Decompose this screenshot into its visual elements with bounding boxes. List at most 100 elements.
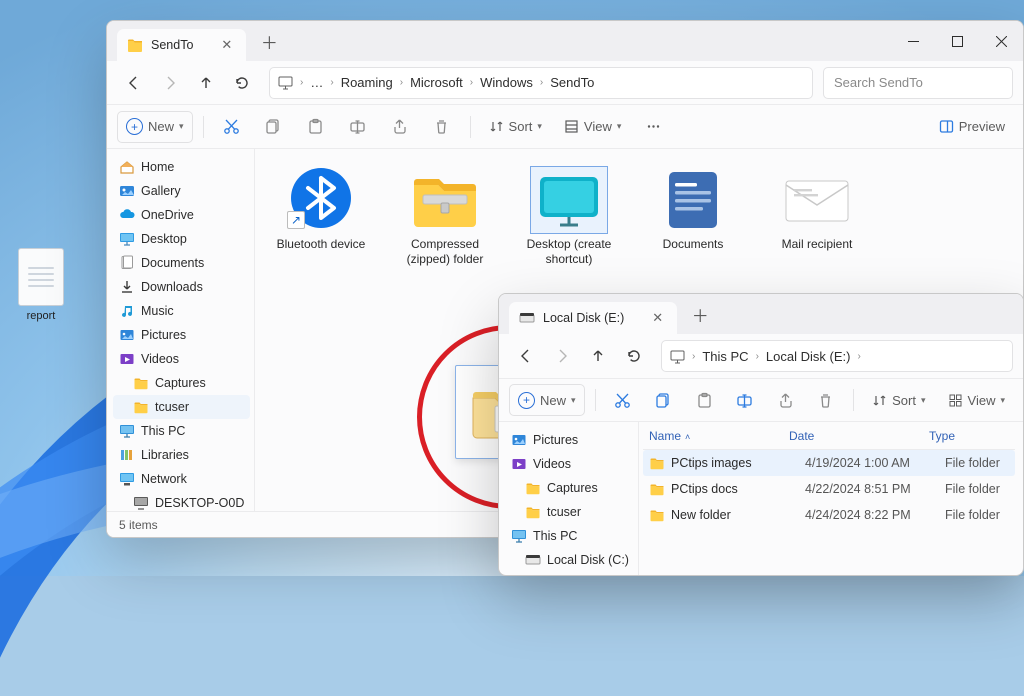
table-row[interactable]: New folder4/24/2024 8:22 PMFile folder [643, 502, 1015, 528]
col-date[interactable]: Date [789, 429, 929, 443]
delete-button[interactable] [424, 111, 460, 143]
tree-item-folder[interactable]: tcuser [113, 395, 250, 419]
up-button[interactable] [189, 66, 223, 100]
item-label: Documents [663, 237, 724, 252]
copy-button[interactable] [646, 384, 681, 416]
paste-button[interactable] [687, 384, 722, 416]
tree-item-label: Network [141, 472, 187, 486]
tree-item-gallery[interactable]: Gallery [113, 179, 250, 203]
minimize-button[interactable] [891, 21, 935, 61]
tree-item-thispc[interactable]: This PC [505, 524, 634, 548]
tree-item-videos[interactable]: Videos [505, 452, 634, 476]
tree-item-network[interactable]: Network [113, 467, 250, 491]
forward-button[interactable] [545, 339, 579, 373]
chevron-right-icon: › [470, 77, 473, 88]
nav-tree[interactable]: HomeGalleryOneDriveDesktopDocumentsDownl… [107, 149, 255, 511]
share-button[interactable] [382, 111, 418, 143]
tree-item-documents[interactable]: Documents [113, 251, 250, 275]
cut-button[interactable] [214, 111, 250, 143]
col-type[interactable]: Type [929, 429, 1015, 443]
desktop-file-report[interactable]: report [6, 248, 76, 322]
new-button[interactable]: +New▾ [509, 384, 585, 416]
cell-name: PCtips images [671, 456, 805, 470]
nav-tree[interactable]: PicturesVideosCapturestcuserThis PCLocal… [499, 422, 639, 575]
tab-sendto[interactable]: SendTo ✕ [117, 29, 246, 61]
chevron-right-icon: › [400, 77, 403, 88]
sort-button[interactable]: Sort▾ [481, 111, 550, 143]
tree-item-videos[interactable]: Videos [113, 347, 250, 371]
item-zip[interactable]: Compressed (zipped) folder [391, 161, 499, 273]
plus-icon: + [518, 392, 535, 409]
sort-icon [489, 119, 504, 134]
new-button[interactable]: +New▾ [117, 111, 193, 143]
column-headers[interactable]: Name˄ Date Type [643, 422, 1015, 450]
refresh-button[interactable] [617, 339, 651, 373]
back-button[interactable] [509, 339, 543, 373]
close-tab-icon[interactable]: ✕ [652, 310, 663, 326]
item-bluetooth[interactable]: ↗Bluetooth device [267, 161, 375, 273]
search-input[interactable]: Search SendTo [823, 67, 1013, 99]
item-mail[interactable]: Mail recipient [763, 161, 871, 273]
tab-local-disk[interactable]: Local Disk (E:) ✕ [509, 302, 677, 334]
tree-item-folder[interactable]: Captures [113, 371, 250, 395]
tree-item-thispc[interactable]: This PC [113, 419, 250, 443]
close-button[interactable] [979, 21, 1023, 61]
tree-item-label: Music [141, 304, 174, 318]
item-desktop-screen[interactable]: Desktop (create shortcut) [515, 161, 623, 273]
rename-button[interactable] [727, 384, 762, 416]
copy-button[interactable] [256, 111, 292, 143]
tree-item-folder[interactable]: tcuser [505, 500, 634, 524]
home-icon [119, 159, 135, 175]
tree-item-pictures[interactable]: Pictures [505, 428, 634, 452]
tree-item-drive[interactable]: Local Disk (C:) [505, 548, 634, 572]
cut-button[interactable] [606, 384, 641, 416]
tree-item-pictures[interactable]: Pictures [113, 323, 250, 347]
onedrive-icon [119, 207, 135, 223]
breadcrumb-seg[interactable]: SendTo [550, 75, 594, 90]
chevron-down-icon: ▾ [921, 395, 926, 406]
tree-item-folder[interactable]: Captures [505, 476, 634, 500]
tree-item-desktop[interactable]: Desktop [113, 227, 250, 251]
tree-item-computer[interactable]: DESKTOP-O0D [113, 491, 250, 511]
tree-item-onedrive[interactable]: OneDrive [113, 203, 250, 227]
rename-button[interactable] [340, 111, 376, 143]
explorer-window-local-disk[interactable]: Local Disk (E:) ✕ ＋ › This PC › Local Di… [498, 293, 1024, 576]
new-tab-button[interactable]: ＋ [254, 26, 284, 56]
view-button[interactable]: View▾ [940, 384, 1013, 416]
monitor-icon [278, 75, 293, 90]
file-list[interactable]: Name˄ Date Type PCtips images4/19/2024 1… [639, 422, 1023, 575]
close-tab-icon[interactable]: ✕ [221, 37, 232, 53]
breadcrumb[interactable]: › … › Roaming › Microsoft › Windows › Se… [269, 67, 813, 99]
up-button[interactable] [581, 339, 615, 373]
tree-item-home[interactable]: Home [113, 155, 250, 179]
share-button[interactable] [768, 384, 803, 416]
breadcrumb[interactable]: › This PC › Local Disk (E:) › [661, 340, 1013, 372]
maximize-button[interactable] [935, 21, 979, 61]
breadcrumb-seg[interactable]: Local Disk (E:) [766, 349, 851, 364]
back-button[interactable] [117, 66, 151, 100]
tree-item-music[interactable]: Music [113, 299, 250, 323]
table-row[interactable]: PCtips images4/19/2024 1:00 AMFile folde… [643, 450, 1015, 476]
item-docpanel[interactable]: Documents [639, 161, 747, 273]
tree-item-libraries[interactable]: Libraries [113, 443, 250, 467]
forward-button[interactable] [153, 66, 187, 100]
view-button[interactable]: View▾ [556, 111, 629, 143]
cell-name: PCtips docs [671, 482, 805, 496]
delete-button[interactable] [809, 384, 844, 416]
breadcrumb-overflow[interactable]: … [310, 75, 323, 90]
paste-button[interactable] [298, 111, 334, 143]
more-button[interactable] [635, 111, 671, 143]
table-row[interactable]: PCtips docs4/22/2024 8:51 PMFile folder [643, 476, 1015, 502]
breadcrumb-seg[interactable]: Roaming [341, 75, 393, 90]
tree-item-downloads[interactable]: Downloads [113, 275, 250, 299]
sort-button[interactable]: Sort▾ [864, 384, 933, 416]
preview-button[interactable]: Preview [931, 111, 1013, 143]
breadcrumb-seg[interactable]: Microsoft [410, 75, 463, 90]
col-name[interactable]: Name˄ [649, 429, 789, 443]
new-tab-button[interactable]: ＋ [685, 299, 715, 329]
breadcrumb-seg[interactable]: Windows [480, 75, 533, 90]
tree-item-drive[interactable]: Local Disk (D:) [505, 572, 634, 575]
breadcrumb-seg[interactable]: This PC [702, 349, 748, 364]
refresh-button[interactable] [225, 66, 259, 100]
item-label: Desktop (create shortcut) [517, 237, 621, 267]
